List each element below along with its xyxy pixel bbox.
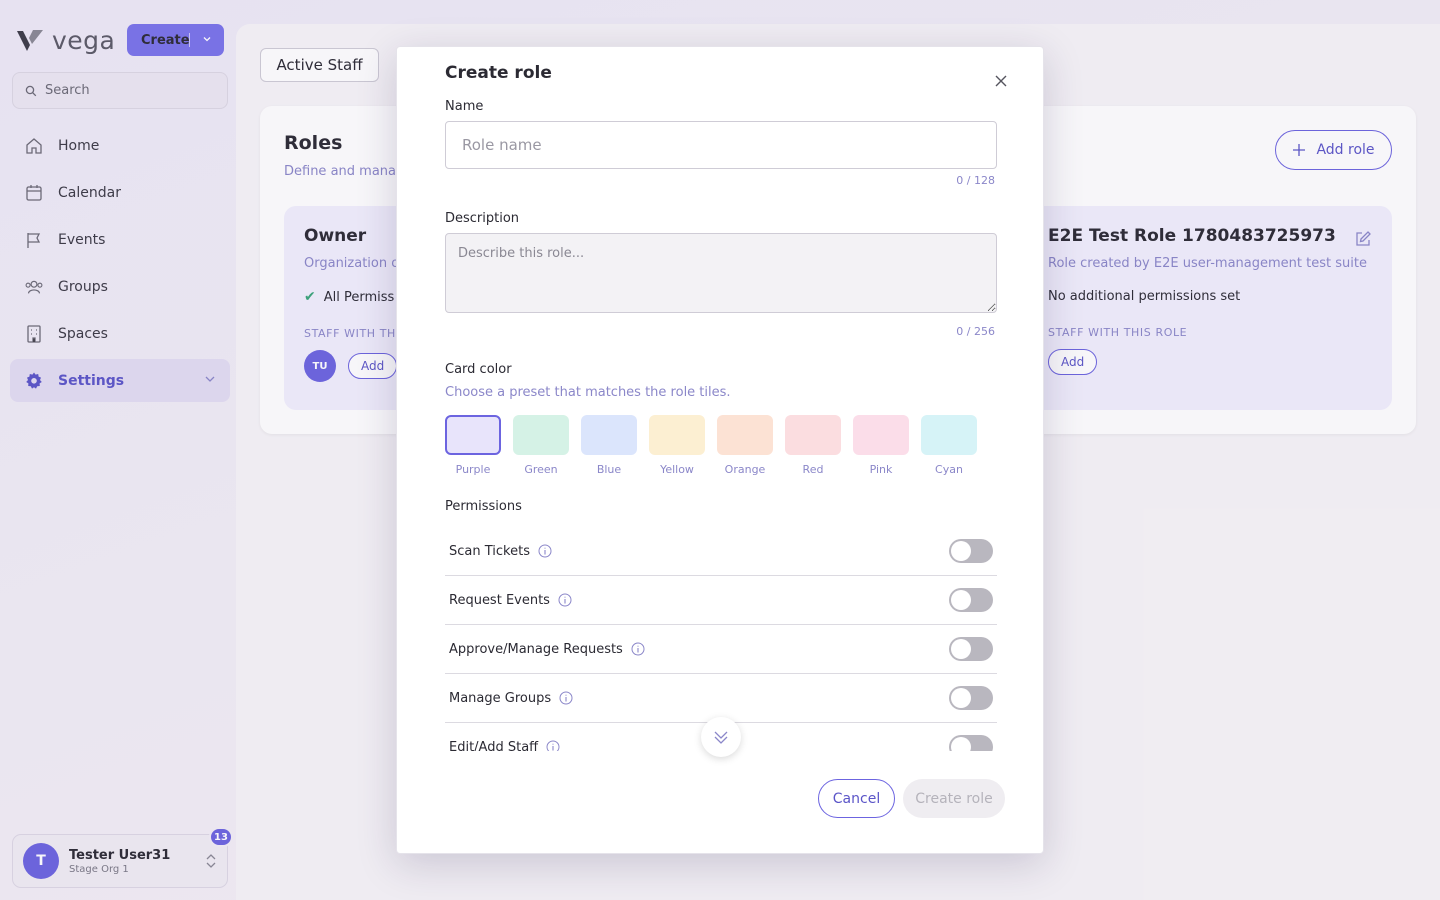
swatch-label: Yellow <box>660 463 694 476</box>
color-swatches: Purple Green Blue Yellow Orange Red Pink <box>445 415 977 476</box>
permission-toggle[interactable] <box>949 588 993 612</box>
permission-row: Scan Tickets <box>445 527 997 576</box>
swatch-box[interactable] <box>649 415 705 455</box>
swatch-green[interactable]: Green <box>513 415 569 476</box>
permission-toggle[interactable] <box>949 539 993 563</box>
info-icon[interactable] <box>558 593 572 607</box>
toggle-knob <box>951 737 971 751</box>
swatch-label: Green <box>524 463 558 476</box>
permission-label: Scan Tickets <box>449 543 530 559</box>
swatch-red[interactable]: Red <box>785 415 841 476</box>
permission-label: Approve/Manage Requests <box>449 641 623 657</box>
permission-toggle[interactable] <box>949 735 993 751</box>
swatch-box[interactable] <box>513 415 569 455</box>
swatch-label: Pink <box>869 463 893 476</box>
cancel-button[interactable]: Cancel <box>818 779 895 818</box>
swatch-orange[interactable]: Orange <box>717 415 773 476</box>
toggle-knob <box>951 541 971 561</box>
card-color-label: Card color <box>445 362 512 377</box>
name-label: Name <box>445 99 484 114</box>
close-icon[interactable] <box>993 73 1009 89</box>
swatch-pink[interactable]: Pink <box>853 415 909 476</box>
swatch-box[interactable] <box>921 415 977 455</box>
permission-toggle[interactable] <box>949 686 993 710</box>
double-chevron-down-icon <box>714 731 728 744</box>
swatch-label: Blue <box>596 463 622 476</box>
permission-row: Manage Groups <box>445 674 997 723</box>
info-icon[interactable] <box>631 642 645 656</box>
role-name-input[interactable] <box>445 121 997 169</box>
swatch-purple[interactable]: Purple <box>445 415 501 476</box>
swatch-yellow[interactable]: Yellow <box>649 415 705 476</box>
permissions-label: Permissions <box>445 499 522 514</box>
swatch-box[interactable] <box>853 415 909 455</box>
swatch-box[interactable] <box>717 415 773 455</box>
swatch-label: Red <box>802 463 824 476</box>
permission-label: Manage Groups <box>449 690 552 706</box>
description-label: Description <box>445 211 520 226</box>
create-role-dialog: Create role Name 0 / 128 Description 0 /… <box>396 46 1044 854</box>
swatch-box[interactable] <box>581 415 637 455</box>
role-description-input[interactable] <box>445 233 997 313</box>
info-icon[interactable] <box>546 740 560 751</box>
scroll-down-button[interactable] <box>701 717 741 757</box>
toggle-knob <box>951 639 971 659</box>
swatch-label: Orange <box>724 463 766 476</box>
description-char-counter: 0 / 256 <box>956 325 995 338</box>
info-icon[interactable] <box>538 544 552 558</box>
permission-row: Approve/Manage Requests <box>445 625 997 674</box>
swatch-label: Purple <box>455 463 491 476</box>
permission-label: Edit/Add Staff <box>449 739 539 752</box>
swatch-box[interactable] <box>785 415 841 455</box>
card-color-help: Choose a preset that matches the role ti… <box>445 385 731 400</box>
swatch-blue[interactable]: Blue <box>581 415 637 476</box>
permission-row: Request Events <box>445 576 997 625</box>
dialog-title: Create role <box>445 63 552 83</box>
create-role-button[interactable]: Create role <box>903 779 1005 818</box>
permission-label: Request Events <box>449 592 550 608</box>
toggle-knob <box>951 688 971 708</box>
permission-toggle[interactable] <box>949 637 993 661</box>
swatch-cyan[interactable]: Cyan <box>921 415 977 476</box>
swatch-box[interactable] <box>445 415 501 455</box>
name-char-counter: 0 / 128 <box>956 174 995 187</box>
info-icon[interactable] <box>559 691 573 705</box>
toggle-knob <box>951 590 971 610</box>
swatch-label: Cyan <box>935 463 963 476</box>
